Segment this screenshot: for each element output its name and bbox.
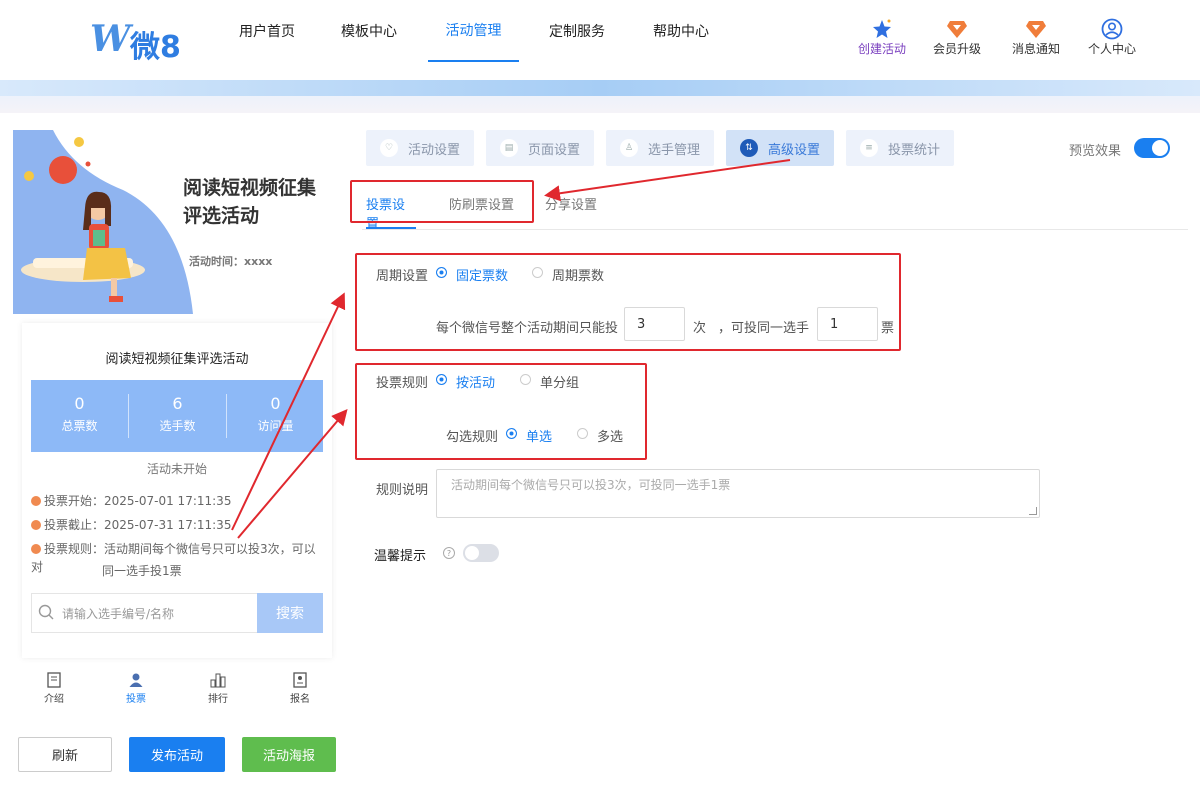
annotation-arrows [231,159,791,539]
